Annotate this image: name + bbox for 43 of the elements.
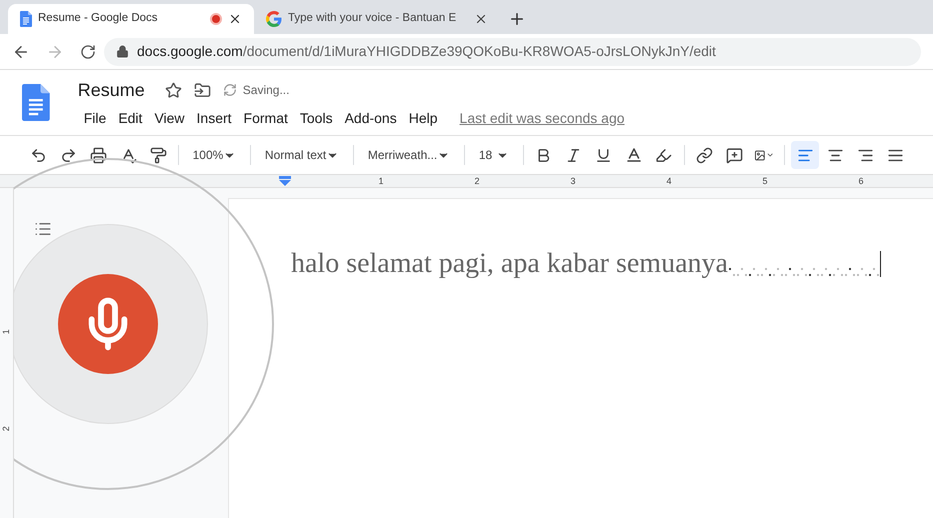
lock-icon	[116, 45, 129, 58]
document-title[interactable]: Resume	[78, 76, 145, 104]
text-cursor	[880, 251, 881, 277]
address-bar[interactable]: docs.google.com/document/d/1iMuraYHIGDDBZe39QOKoBu-KR8WOA5-oJrsLONykJnY/edit	[104, 38, 921, 66]
menu-item[interactable]: File	[78, 108, 112, 128]
last-edit-link[interactable]: Last edit was seconds ago	[460, 108, 625, 128]
menu-item[interactable]: Tools	[294, 108, 339, 128]
ruler-number: 1	[0, 329, 12, 334]
browser-tab[interactable]: Type with your voice - Bantuan E	[254, 4, 500, 34]
saving-status: Saving...	[242, 82, 290, 99]
url-text: docs.google.com/document/d/1iMuraYHIGDDBZe39QOKoBu-KR8WOA5-oJrsLONykJnY/edit	[137, 42, 716, 61]
ruler-number: 4	[666, 175, 672, 187]
ruler-number: 2	[474, 175, 480, 187]
zoom-dropdown[interactable]: 100%	[184, 141, 244, 169]
align-left-icon[interactable]	[791, 141, 820, 169]
menu-item[interactable]: Insert	[190, 108, 238, 128]
ruler-number: 6	[858, 175, 864, 187]
google-logo-icon	[266, 11, 282, 27]
outline-icon[interactable]	[34, 220, 52, 238]
menu-item[interactable]: View	[148, 108, 191, 128]
close-icon[interactable]	[474, 12, 488, 26]
close-icon[interactable]	[228, 12, 242, 26]
document-logo-icon	[22, 84, 50, 121]
reload-icon[interactable]	[80, 44, 96, 60]
menu-item[interactable]: Add-ons	[338, 108, 403, 128]
sync-icon	[222, 83, 237, 97]
star-icon[interactable]	[164, 82, 182, 98]
ruler-number: 3	[570, 175, 576, 187]
new-tab-icon[interactable]	[508, 10, 526, 28]
document-logo-icon	[20, 11, 32, 27]
document-text: halo selamat pagi, apa kabar semuanya	[291, 247, 728, 281]
font-dropdown[interactable]: Merriweath...	[360, 141, 458, 169]
move-folder-icon[interactable]	[194, 82, 211, 98]
ruler-number: 2	[0, 426, 12, 432]
browser-tab[interactable]: Resume - Google Docs	[8, 4, 254, 34]
ruler-number: 5	[762, 175, 768, 187]
menu-item[interactable]: Help	[402, 108, 444, 128]
ruler-number: 1	[378, 175, 384, 187]
menu-item[interactable]: Format	[238, 108, 294, 128]
style-dropdown[interactable]: Normal text	[256, 141, 348, 169]
font-size-dropdown[interactable]: 18	[470, 141, 518, 169]
indent-marker-icon	[279, 176, 291, 186]
menu-item[interactable]: Edit	[112, 108, 148, 128]
